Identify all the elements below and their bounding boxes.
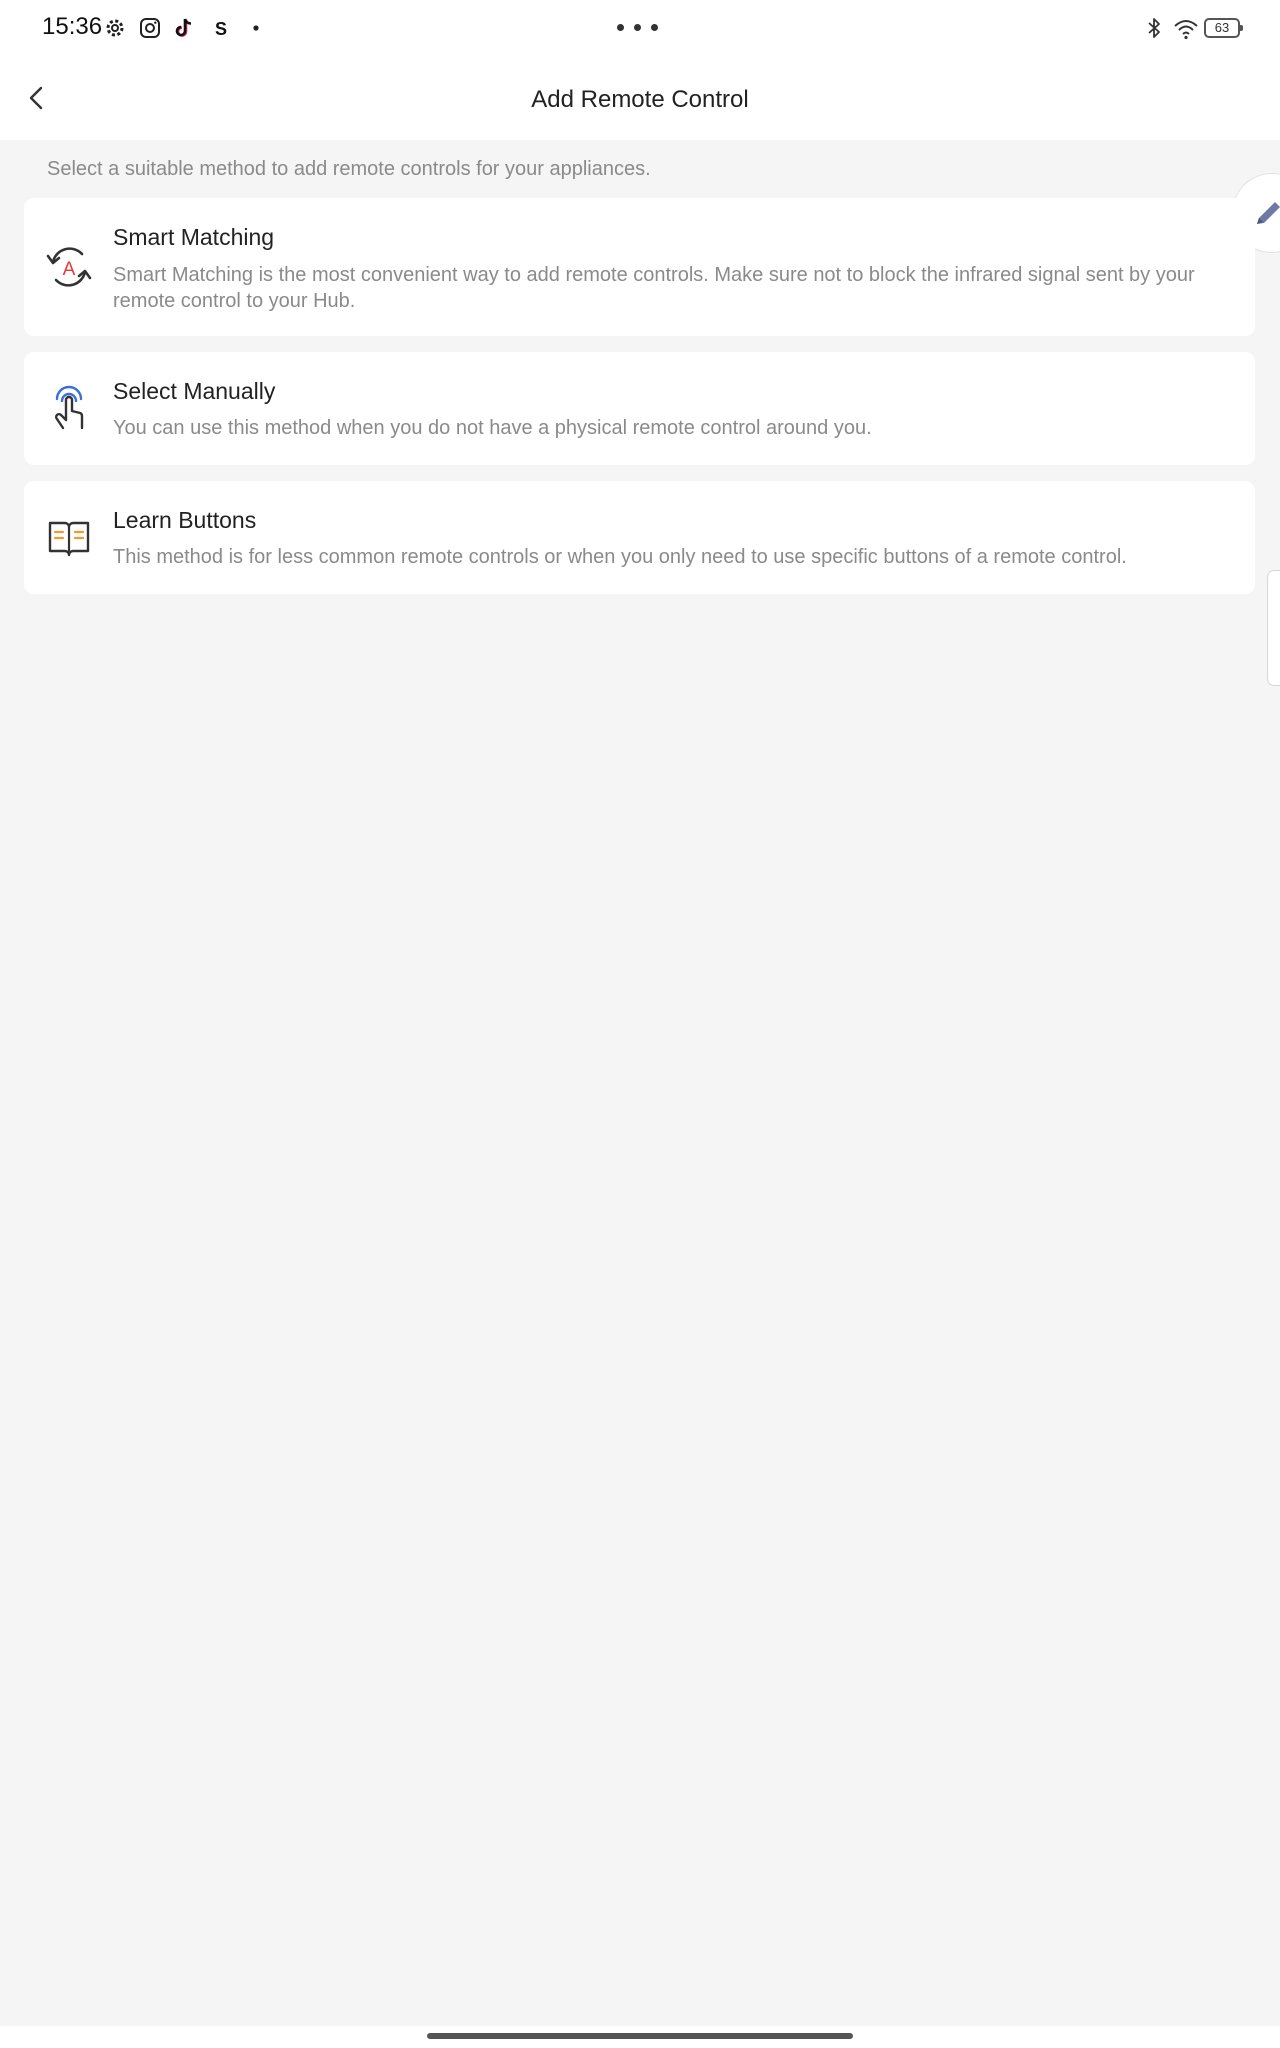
bluetooth-icon (1148, 18, 1160, 38)
wifi-icon (1174, 20, 1198, 40)
svg-text:S: S (215, 19, 227, 39)
gear-icon (106, 19, 124, 37)
smart-matching-card[interactable]: A Smart Matching Smart Matching is the m… (24, 198, 1255, 336)
s-app-icon: S (215, 19, 227, 39)
smart-matching-title: Smart Matching (113, 224, 275, 250)
instagram-icon (140, 18, 160, 38)
dot-icon (253, 25, 259, 31)
side-scroll-handle[interactable] (1267, 570, 1280, 686)
tiktok-icon (175, 18, 192, 37)
open-book-icon (48, 521, 90, 557)
battery-indicator: 63 (1204, 18, 1243, 38)
home-indicator[interactable] (427, 2033, 853, 2039)
select-manually-description: You can use this method when you do not … (113, 417, 872, 439)
status-bar: 15:36 S 63 (0, 0, 1280, 58)
tap-hand-icon (54, 385, 84, 430)
learn-buttons-title: Learn Buttons (113, 507, 257, 533)
select-manually-card[interactable]: Select Manually You can use this method … (24, 352, 1255, 465)
page-title: Add Remote Control (531, 86, 749, 113)
page-subtitle: Select a suitable method to add remote c… (47, 158, 651, 180)
app-header: Add Remote Control (0, 58, 1280, 140)
select-manually-title: Select Manually (113, 378, 276, 404)
more-dots-icon[interactable] (617, 24, 658, 31)
svg-text:A: A (63, 259, 76, 280)
smart-matching-icon: A (46, 247, 92, 287)
status-time: 15:36 (42, 13, 103, 40)
learn-buttons-card[interactable]: Learn Buttons This method is for less co… (24, 481, 1255, 594)
smart-matching-description: Smart Matching is the most convenient wa… (113, 264, 1195, 312)
learn-buttons-description: This method is for less common remote co… (113, 546, 1127, 568)
